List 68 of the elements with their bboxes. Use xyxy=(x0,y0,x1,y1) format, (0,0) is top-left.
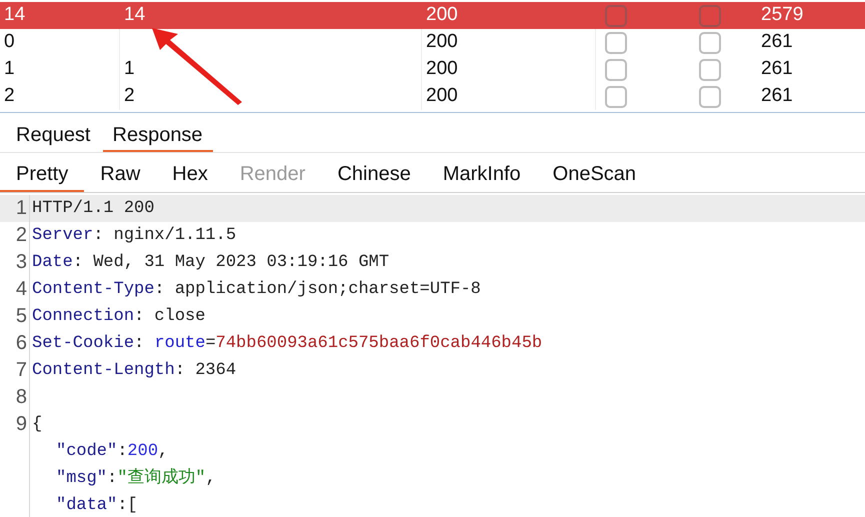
tab[interactable]: Hex xyxy=(156,157,224,192)
checkbox[interactable] xyxy=(605,4,627,26)
table-cell-text: 1 xyxy=(124,57,135,82)
code-token: "msg" xyxy=(56,468,108,490)
table-cell-text: 14 xyxy=(4,3,26,28)
code-token: route xyxy=(154,333,206,355)
checkbox[interactable] xyxy=(605,32,627,54)
table-cell-text: 0 xyxy=(4,30,15,54)
table-cell-text: 2 xyxy=(124,84,135,108)
tab[interactable]: Chinese xyxy=(321,157,427,192)
code-token: Content-Length xyxy=(32,360,175,382)
table-cell-text: 200 xyxy=(426,84,458,108)
code-token: Set-Cookie xyxy=(32,333,134,355)
code-token: "查询成功" xyxy=(117,467,206,490)
tab[interactable]: Response xyxy=(102,119,213,152)
code-token: Server xyxy=(32,225,94,247)
code-token: Date xyxy=(32,252,73,274)
code-token: : xyxy=(107,468,118,490)
code-token: Connection xyxy=(32,306,134,328)
code-token: HTTP/1.1 200 xyxy=(32,198,154,220)
code-token: : nginx/1.11.5 xyxy=(93,225,236,247)
line-number: 5 xyxy=(16,305,27,327)
line-number: 3 xyxy=(16,251,27,273)
table-cell: 261 xyxy=(761,85,793,106)
code-token: "data" xyxy=(56,495,118,517)
checkbox[interactable] xyxy=(605,58,627,80)
code-token: :[ xyxy=(117,495,138,517)
table-cell-text: 200 xyxy=(426,30,458,54)
table-cell: 261 xyxy=(761,58,793,80)
line-number: 6 xyxy=(16,332,27,354)
checkbox[interactable] xyxy=(699,32,721,54)
code-token: { xyxy=(32,414,42,436)
code-token: : xyxy=(134,333,146,355)
line-number: 7 xyxy=(16,359,27,381)
code-token: : close xyxy=(134,306,206,328)
checkbox[interactable] xyxy=(699,58,721,80)
table-cell-text: 200 xyxy=(426,3,458,28)
code-token: : Wed, 31 May 2023 03:19:16 GMT xyxy=(72,252,390,274)
table-cell-text: 14 xyxy=(124,3,146,28)
table-row[interactable]: 14 14 200 2579 xyxy=(0,2,865,29)
line-number: 9 xyxy=(16,413,27,435)
tab[interactable]: Pretty xyxy=(0,157,84,192)
checkbox[interactable] xyxy=(699,4,721,26)
table-cell-text: 200 xyxy=(426,57,458,82)
line-number: 8 xyxy=(16,386,27,408)
table-cell-text: 2 xyxy=(4,84,15,108)
code-token: : application/json;charset=UTF-8 xyxy=(154,279,481,301)
tab[interactable]: MarkInfo xyxy=(426,157,537,192)
table-cell: 2579 xyxy=(761,4,804,26)
tab[interactable]: Raw xyxy=(84,157,156,192)
line-number: 2 xyxy=(16,224,27,246)
line-number: 1 xyxy=(16,197,27,219)
tab[interactable]: OneScan xyxy=(536,157,652,192)
code-token: 200 xyxy=(127,441,158,463)
code-token: , xyxy=(206,468,216,490)
tab[interactable]: Request xyxy=(6,119,100,152)
table-cell-text: 1 xyxy=(4,57,15,82)
checkbox[interactable] xyxy=(699,86,721,108)
code-token: 74bb60093a61c575baa6f0cab446b45b xyxy=(216,333,542,355)
code-token: , xyxy=(158,441,168,463)
checkbox[interactable] xyxy=(605,86,627,108)
code-token: "code" xyxy=(56,441,118,463)
line-number: 4 xyxy=(16,278,27,300)
code-token: = xyxy=(205,333,216,355)
code-token: : xyxy=(117,441,128,463)
code-token: : 2364 xyxy=(174,360,236,382)
table-cell: 261 xyxy=(761,31,793,52)
code-token: Content-Type xyxy=(32,279,154,301)
